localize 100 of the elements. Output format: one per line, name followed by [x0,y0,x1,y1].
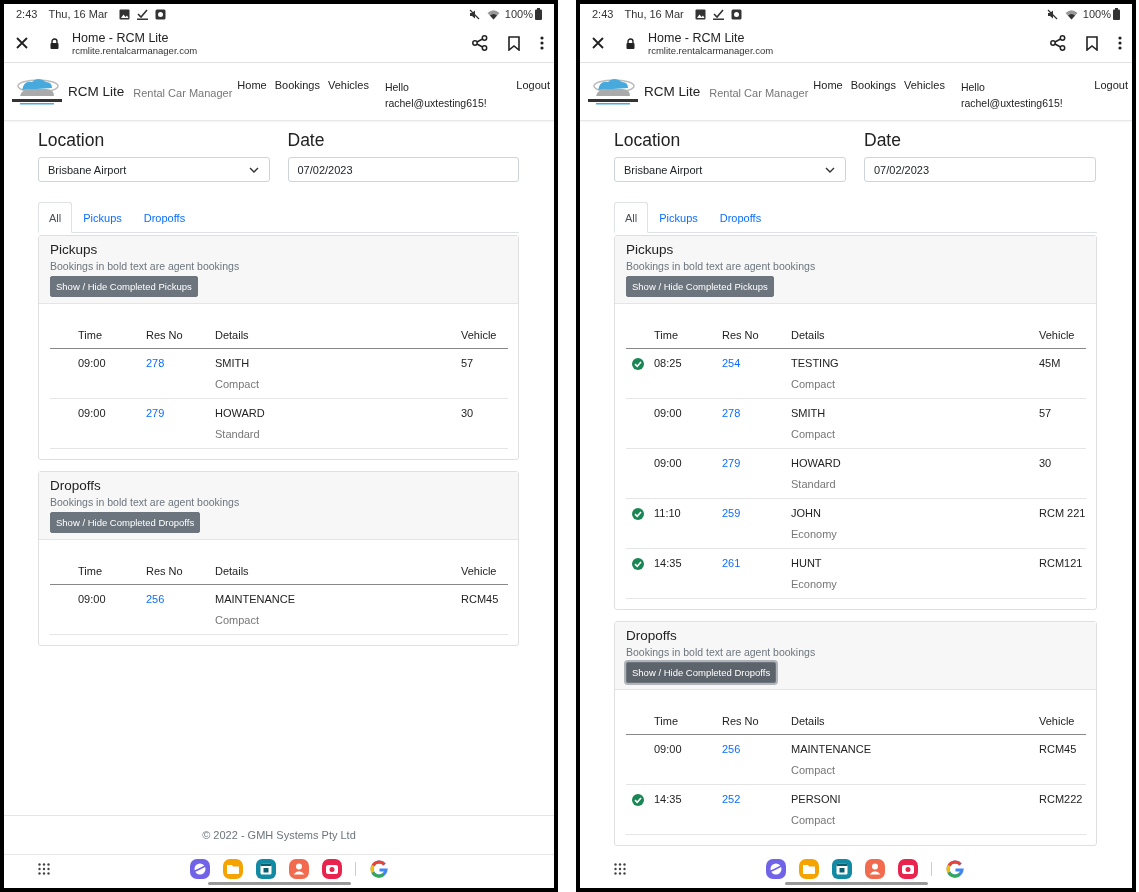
more-icon[interactable] [1118,36,1122,50]
app-grid-icon[interactable] [614,862,626,875]
calendar-app-icon[interactable] [256,858,276,879]
column-header: Vehicle [461,559,508,585]
tab[interactable]: Dropoffs [708,202,773,233]
brand-link[interactable]: RCM Lite [68,84,125,99]
tab[interactable]: All [38,202,73,233]
share-icon[interactable] [472,35,488,51]
customer-name: PERSONI [791,793,842,805]
contact-app-icon[interactable] [289,858,309,879]
tab[interactable]: All [614,202,649,233]
wifi-icon [1064,8,1078,20]
nav-link[interactable]: Vehicles [327,79,369,91]
section-title: Dropoffs [50,478,102,493]
camera-app-icon[interactable] [322,858,342,879]
logo-icon[interactable] [586,76,640,106]
nav-link[interactable]: Vehicles [903,79,945,91]
table-cell: 30 [1039,457,1052,469]
mute-icon [1046,8,1058,20]
app-grid-icon[interactable] [38,862,50,875]
date-field[interactable]: 07/02/2023 [864,157,1096,182]
footer-text: © 2022 - GMH Systems Pty Ltd [4,815,554,855]
table-cell: 09:00 [654,743,682,755]
battery-percent: 100% [504,8,533,20]
reservation-link[interactable]: 279 [722,457,741,469]
battery-icon [1113,8,1120,20]
vehicle-category: Compact [215,614,261,626]
g-app-icon[interactable] [369,858,389,879]
table-cell: 09:00 [654,457,682,469]
vehicle-category: Compact [791,764,837,776]
tab[interactable]: Dropoffs [132,202,197,233]
column-header: Res No [722,709,791,735]
contact-app-icon[interactable] [865,858,885,879]
logo-icon[interactable] [10,76,64,106]
g-app-icon[interactable] [945,858,965,879]
page-title: Home - RCM Lite [72,30,170,45]
customer-name: MAINTENANCE [791,743,873,755]
bookmark-icon[interactable] [1086,35,1098,51]
bookmark-icon[interactable] [508,35,520,51]
section-note: Bookings in bold text are agent bookings [626,646,817,658]
table-cell: 57 [461,357,474,369]
table-cell: 09:00 [78,357,106,369]
nav-link[interactable]: Home [813,79,843,91]
chevron-down-icon [248,166,259,173]
calendar-app-icon[interactable] [832,858,852,879]
date-field[interactable]: 07/02/2023 [287,157,519,182]
planet-app-icon[interactable] [190,858,210,879]
nav-link[interactable]: Bookings [274,79,320,91]
nav-link[interactable]: Home [237,79,267,91]
reservation-link[interactable]: 252 [722,793,741,805]
column-header: Res No [146,323,215,349]
column-header: Details [215,559,461,585]
field-label: Location [614,130,682,151]
close-icon[interactable] [16,37,28,49]
column-header: Vehicle [1039,709,1086,735]
section-title: Pickups [626,242,675,257]
vehicle-category: Standard [791,478,837,490]
reservation-link[interactable]: 256 [722,743,741,755]
vehicle-category: Compact [215,378,261,390]
column-header: Time [654,323,722,349]
share-icon[interactable] [1050,35,1066,51]
column-header: Details [791,709,1039,735]
reservation-link[interactable]: 279 [146,407,165,419]
reservation-link[interactable]: 254 [722,357,741,369]
toggle-button[interactable]: Show / Hide Completed Dropoffs [50,512,201,533]
nav-link[interactable]: Bookings [850,79,896,91]
logout-link[interactable]: Logout [1094,79,1128,91]
status-date: Thu, 16 Mar [624,8,684,20]
vehicle-category: Compact [791,814,837,826]
location-select[interactable]: Brisbane Airport [614,157,846,182]
column-header: Details [791,323,1039,349]
logout-link[interactable]: Logout [516,79,550,91]
location-select[interactable]: Brisbane Airport [38,157,270,182]
planet-app-icon[interactable] [766,858,786,879]
table-cell: 11:10 [654,507,681,519]
customer-name: SMITH [215,357,251,369]
column-header: Vehicle [461,323,508,349]
column-header: Time [78,559,146,585]
reservation-link[interactable]: 261 [722,557,741,569]
vehicle-category: Compact [791,428,837,440]
section-note: Bookings in bold text are agent bookings [626,260,817,272]
table-cell: 14:35 [654,793,682,805]
battery-percent: 100% [1082,8,1111,20]
more-icon[interactable] [540,36,544,50]
vehicle-category: Standard [215,428,261,440]
close-icon[interactable] [592,37,604,49]
section-title: Dropoffs [626,628,678,643]
reservation-link[interactable]: 278 [146,357,165,369]
column-header: Details [215,323,461,349]
toggle-button[interactable]: Show / Hide Completed Pickups [626,276,774,297]
reservation-link[interactable]: 259 [722,507,741,519]
toggle-button[interactable]: Show / Hide Completed Pickups [50,276,198,297]
camera-app-icon[interactable] [898,858,918,879]
reservation-link[interactable]: 278 [722,407,741,419]
toggle-button[interactable]: Show / Hide Completed Dropoffs [626,662,777,683]
column-header: Vehicle [1039,323,1086,349]
reservation-link[interactable]: 256 [146,593,165,605]
tab[interactable]: Pickups [648,202,709,233]
brand-link[interactable]: RCM Lite [644,84,701,99]
tab[interactable]: Pickups [72,202,133,233]
